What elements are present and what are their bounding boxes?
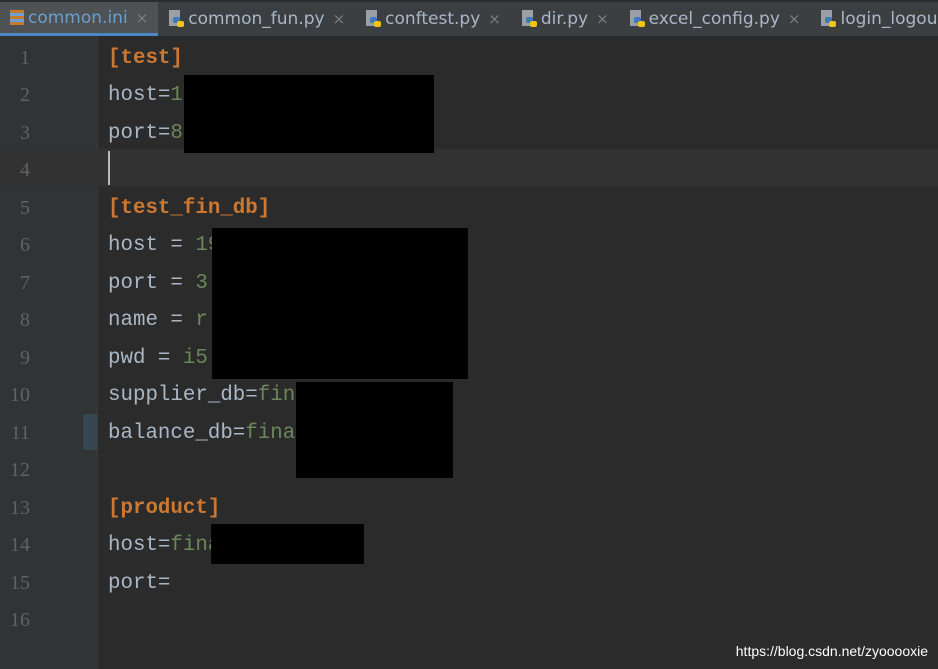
tab-conftest-py[interactable]: conftest.py × xyxy=(355,2,511,36)
code-text: host = 19 xyxy=(108,227,220,264)
line-number: 15 xyxy=(10,571,30,594)
redaction-box xyxy=(212,228,468,379)
tab-common-fun-py[interactable]: common_fun.py × xyxy=(158,2,355,36)
python-file-icon xyxy=(365,10,382,28)
tab-common-ini[interactable]: common.ini × xyxy=(0,2,159,36)
code-text: host=1 xyxy=(108,77,183,114)
text-caret xyxy=(108,151,110,185)
section-header: [test] xyxy=(108,47,183,70)
tab-dir-py[interactable]: dir.py × xyxy=(511,2,619,36)
current-line-highlight xyxy=(0,149,938,186)
section-header: [test_fin_db] xyxy=(108,196,271,220)
tab-login-logou[interactable]: login_logou xyxy=(810,2,938,36)
tab-label: conftest.py xyxy=(385,9,481,29)
code-text: name = r xyxy=(108,302,208,339)
tab-label: login_logou xyxy=(840,9,938,29)
config-key: name = xyxy=(108,309,196,333)
config-key: balance_db= xyxy=(108,421,246,445)
close-icon[interactable]: × xyxy=(333,10,346,28)
config-value: 8 xyxy=(170,121,183,145)
code-text: supplier_db=fin xyxy=(108,377,295,414)
line-number: 16 xyxy=(10,609,30,632)
python-file-icon xyxy=(521,10,537,28)
close-icon[interactable]: × xyxy=(596,10,609,28)
redaction-box xyxy=(296,382,453,478)
config-key: host= xyxy=(108,534,171,558)
python-file-icon xyxy=(168,10,185,28)
tab-excel-config-py[interactable]: excel_config.py × xyxy=(619,2,811,36)
code-text: port = 3 xyxy=(108,265,208,302)
line-number: 4 xyxy=(20,159,30,182)
ini-file-icon xyxy=(10,10,24,25)
config-value: fin xyxy=(257,384,296,408)
python-file-icon xyxy=(629,10,645,28)
code-text: pwd = i5 xyxy=(108,340,208,377)
close-icon[interactable]: × xyxy=(136,9,149,27)
config-key: host = xyxy=(108,234,196,258)
line-number: 11 xyxy=(10,421,30,444)
change-marker xyxy=(83,414,97,450)
section-header: [product] xyxy=(108,496,221,520)
config-value: 3 xyxy=(195,271,208,295)
code-text: [test] xyxy=(108,40,183,77)
line-number: 13 xyxy=(10,496,30,519)
close-icon[interactable]: × xyxy=(488,10,501,28)
config-key: port = xyxy=(108,271,196,295)
close-icon[interactable]: × xyxy=(788,10,801,28)
line-number: 14 xyxy=(10,534,30,557)
line-number: 9 xyxy=(20,346,30,369)
line-number: 1 xyxy=(20,47,30,69)
code-text: [product] xyxy=(108,490,220,527)
config-key: port= xyxy=(108,121,171,145)
config-value: i5 xyxy=(182,346,208,370)
line-number: 6 xyxy=(20,234,30,257)
line-number: 10 xyxy=(10,384,30,407)
python-file-icon xyxy=(820,10,837,28)
line-number: 3 xyxy=(20,121,30,144)
line-number: 2 xyxy=(20,84,30,107)
redaction-box xyxy=(211,524,364,564)
config-key: port= xyxy=(108,571,171,595)
config-key: supplier_db= xyxy=(108,384,258,408)
line-number: 5 xyxy=(20,196,30,219)
line-number: 7 xyxy=(20,271,30,294)
config-value: 1 xyxy=(170,84,183,108)
config-value: fina xyxy=(245,421,296,445)
code-text: host=fina xyxy=(108,527,220,564)
tab-label: common_fun.py xyxy=(188,9,325,29)
code-text: balance_db=fina xyxy=(108,415,295,452)
code-text: [test_fin_db] xyxy=(108,190,270,227)
code-text: port=8 xyxy=(108,115,183,152)
tab-label: excel_config.py xyxy=(648,9,780,29)
config-value: r xyxy=(195,309,208,333)
config-key: pwd = xyxy=(108,346,183,370)
tab-label: common.ini xyxy=(28,7,128,28)
editor-tab-bar: common.ini × common_fun.py × conftest.py × dir… xyxy=(0,0,938,36)
line-number: 8 xyxy=(20,309,30,332)
tab-label: dir.py xyxy=(540,9,589,29)
watermark: https://blog.csdn.net/zyooooxie xyxy=(735,643,928,659)
line-number: 12 xyxy=(10,459,30,482)
code-text: port= xyxy=(108,565,170,602)
redaction-box xyxy=(184,75,434,153)
config-key: host= xyxy=(108,84,171,108)
